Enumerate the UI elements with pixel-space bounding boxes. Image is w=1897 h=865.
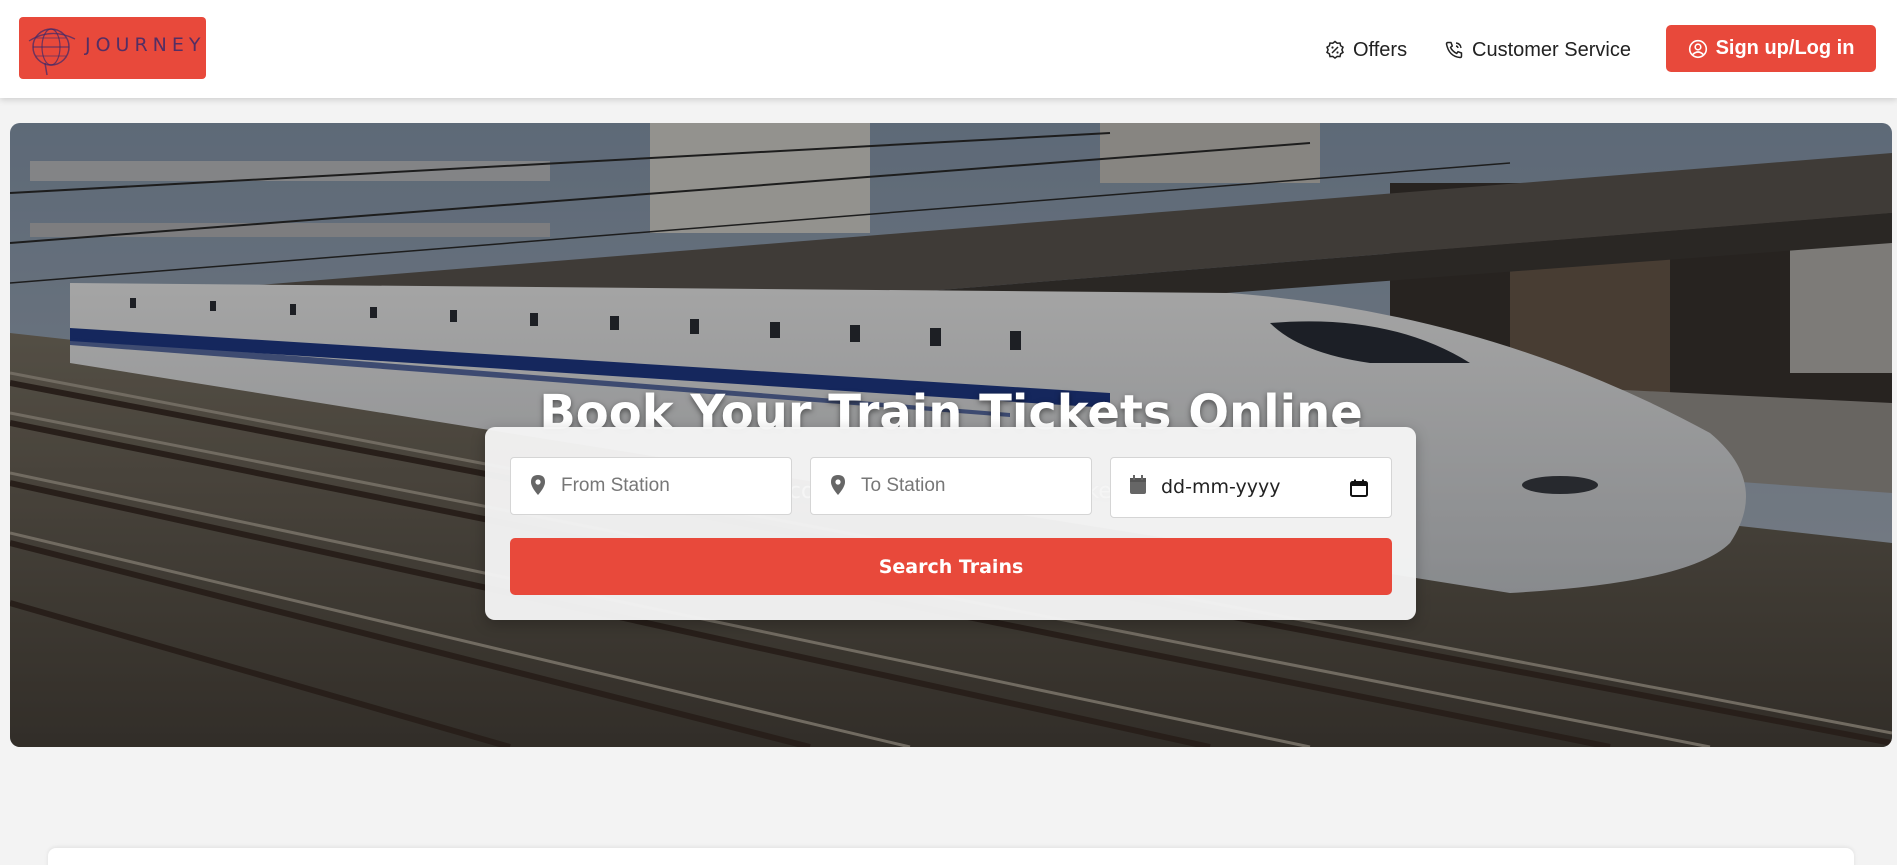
from-station-field[interactable]	[510, 457, 792, 515]
search-trains-label: Search Trains	[878, 555, 1024, 578]
badge-percent-icon	[1326, 40, 1344, 60]
date-picker-calendar-icon[interactable]	[1349, 478, 1369, 498]
nav-customer-service[interactable]: Customer Service	[1444, 37, 1631, 63]
logo-globe-icon	[28, 28, 76, 76]
signup-login-label: Sign up/Log in	[1715, 37, 1855, 59]
calendar-icon	[1130, 475, 1146, 494]
search-card: dd-mm-yyyy Search Trains	[485, 427, 1416, 620]
search-trains-button[interactable]: Search Trains	[510, 538, 1392, 595]
signup-login-button[interactable]: Sign up/Log in	[1666, 25, 1876, 72]
nav-offers-label: Offers	[1353, 38, 1408, 61]
to-station-input[interactable]	[861, 458, 1081, 514]
map-pin-icon	[531, 475, 545, 495]
logo-text: JOURNEY	[85, 34, 206, 56]
travel-date-field[interactable]: dd-mm-yyyy	[1110, 457, 1392, 518]
to-station-field[interactable]	[810, 457, 1092, 515]
from-station-input[interactable]	[561, 458, 781, 514]
journey-logo[interactable]: JOURNEY	[19, 17, 206, 79]
map-pin-icon	[831, 475, 845, 495]
nav-offers[interactable]: Offers	[1325, 37, 1407, 63]
site-header: JOURNEY Offers Customer Service Sign up/…	[0, 0, 1897, 98]
user-circle-icon	[1688, 39, 1707, 58]
phone-icon	[1445, 41, 1463, 59]
nav-customer-service-label: Customer Service	[1472, 38, 1631, 61]
date-input[interactable]: dd-mm-yyyy	[1161, 476, 1281, 498]
content-card	[48, 848, 1854, 865]
